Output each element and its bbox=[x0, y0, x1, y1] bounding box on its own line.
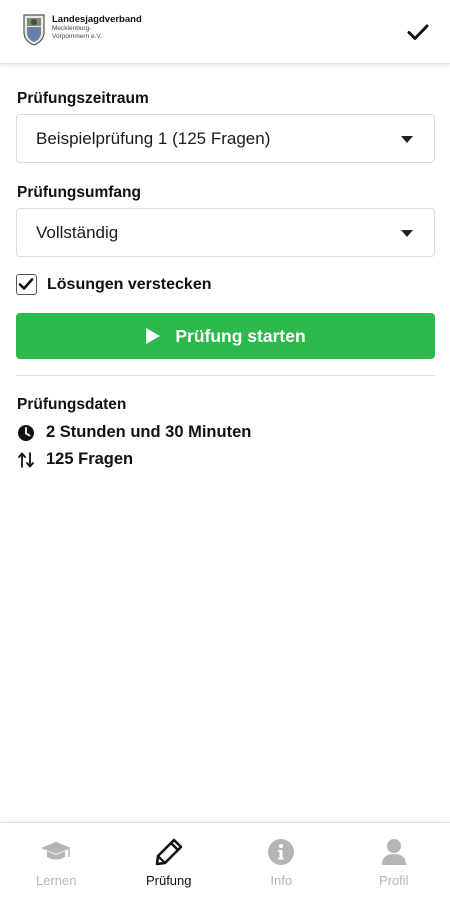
period-select-value: Beispielprüfung 1 (125 Fragen) bbox=[36, 128, 271, 148]
nav-item-pruefung[interactable]: Prüfung bbox=[113, 823, 226, 900]
exam-duration-row: 2 Stunden und 30 Minuten bbox=[17, 423, 251, 442]
chevron-down-icon bbox=[401, 136, 413, 143]
period-select[interactable]: Beispielprüfung 1 (125 Fragen) bbox=[16, 114, 435, 163]
logo-subtitle-line2: Vorpommern e.V. bbox=[52, 33, 102, 40]
nav-label: Profil bbox=[378, 873, 409, 888]
nav-item-profil[interactable]: Profil bbox=[338, 823, 450, 900]
exam-duration: 2 Stunden und 30 Minuten bbox=[46, 423, 252, 441]
hide-solutions-checkbox[interactable] bbox=[16, 274, 37, 295]
exam-questions: 125 Fragen bbox=[46, 450, 134, 468]
logo: Landesjagdverband Mecklenburg- Vorpommer… bbox=[22, 12, 142, 46]
crest-icon bbox=[23, 14, 45, 46]
scope-select[interactable]: Vollständig bbox=[16, 208, 435, 257]
user-icon bbox=[381, 839, 406, 865]
divider bbox=[16, 375, 435, 376]
sort-icon bbox=[18, 451, 34, 468]
app-header: Landesjagdverband Mecklenburg- Vorpommer… bbox=[0, 0, 450, 64]
checkmark-icon[interactable] bbox=[406, 20, 430, 44]
chevron-down-icon bbox=[401, 230, 413, 237]
nav-label: Lernen bbox=[36, 873, 77, 888]
nav-item-info[interactable]: Info bbox=[225, 823, 338, 900]
period-label: Prüfungszeitraum bbox=[17, 90, 149, 107]
logo-title: Landesjagdverband bbox=[52, 14, 142, 25]
info-icon bbox=[268, 839, 295, 865]
nav-label: Info bbox=[270, 873, 293, 888]
exam-data-title: Prüfungsdaten bbox=[17, 396, 127, 413]
logo-subtitle-line1: Mecklenburg- bbox=[52, 25, 92, 32]
start-exam-label: Prüfung starten bbox=[175, 325, 306, 346]
clock-icon bbox=[18, 424, 34, 441]
pencil-icon bbox=[155, 838, 183, 866]
start-exam-button[interactable]: Prüfung starten bbox=[16, 313, 435, 359]
play-icon bbox=[146, 328, 161, 344]
hide-solutions-toggle[interactable]: Lösungen verstecken bbox=[16, 274, 212, 295]
hide-solutions-label: Lösungen verstecken bbox=[47, 275, 212, 293]
graduation-cap-icon bbox=[41, 842, 72, 860]
exam-questions-row: 125 Fragen bbox=[17, 450, 133, 469]
nav-item-lernen[interactable]: Lernen bbox=[0, 823, 113, 900]
scope-label: Prüfungsumfang bbox=[17, 184, 141, 201]
bottom-nav: Lernen Prüfung Info Profil bbox=[0, 822, 450, 900]
checkmark-icon bbox=[18, 278, 34, 290]
nav-label: Prüfung bbox=[145, 873, 192, 888]
scope-select-value: Vollständig bbox=[36, 222, 119, 242]
